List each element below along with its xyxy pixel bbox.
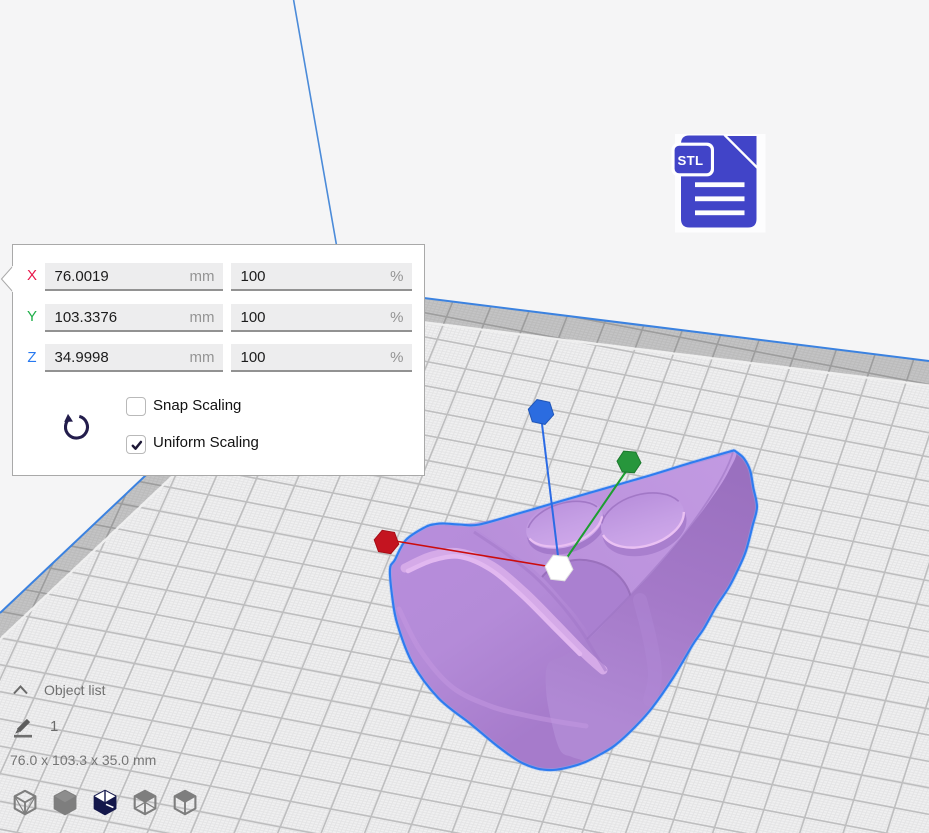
svg-text:STL: STL xyxy=(678,153,704,168)
